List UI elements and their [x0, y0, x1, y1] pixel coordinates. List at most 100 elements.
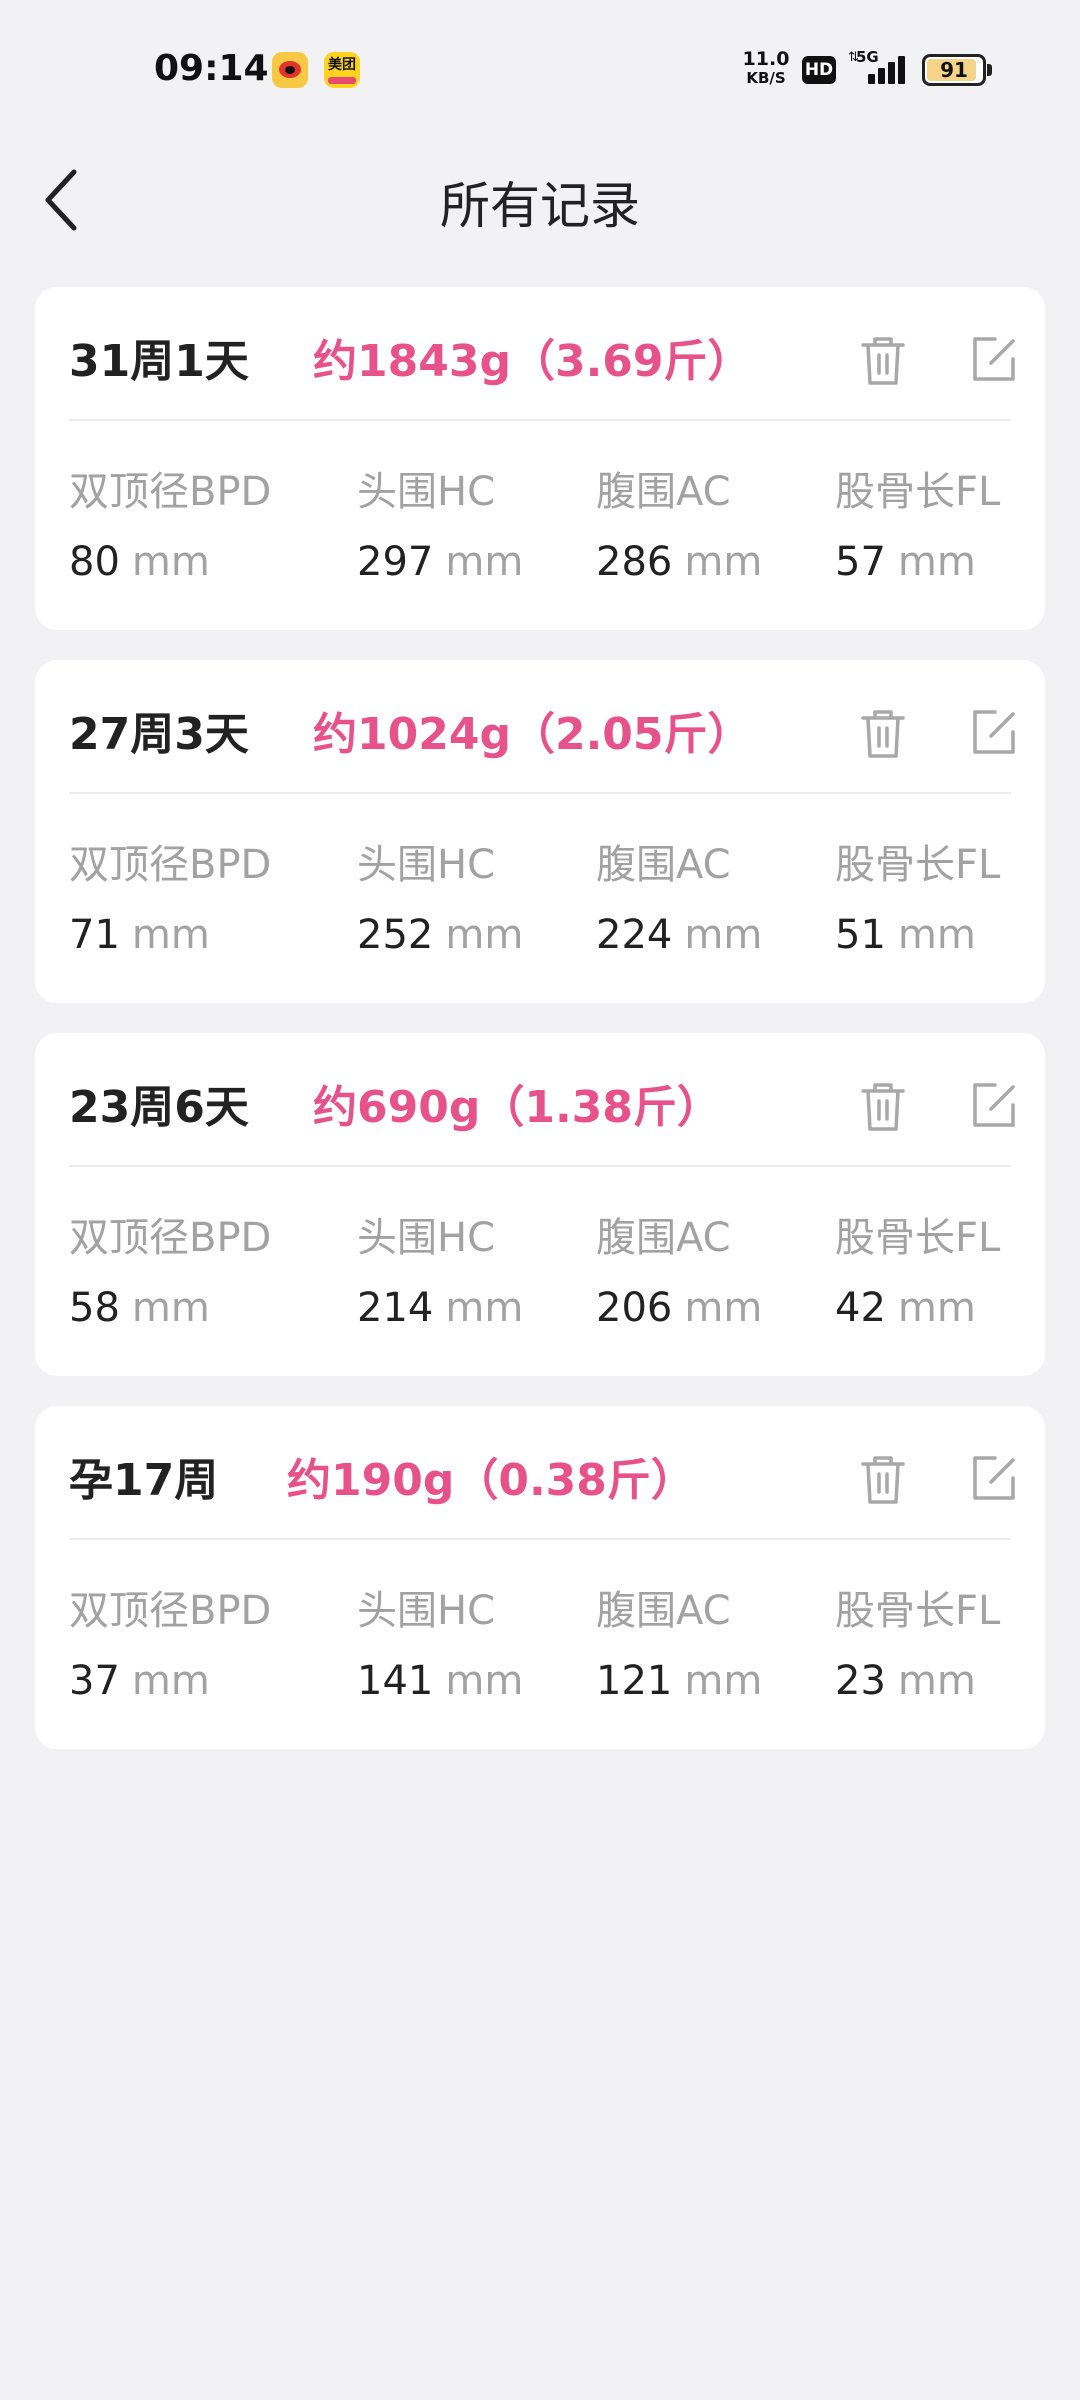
metric-value: 51 mm: [835, 912, 1000, 958]
metric-label: 头围HC: [357, 842, 496, 888]
metric-value: 58 mm: [69, 1285, 271, 1331]
signal-icon: ⇅ 5G: [848, 48, 905, 86]
metric-ac: 腹围AC 206 mm: [596, 1205, 762, 1331]
meituan-icon: 美团: [324, 52, 360, 88]
edit-button[interactable]: [961, 1073, 1025, 1137]
metric-number: 297: [357, 539, 434, 585]
record-weight: 约190g（0.38斤）: [287, 1455, 695, 1506]
edit-button[interactable]: [961, 327, 1025, 391]
record-card: 31周1天 约1843g（3.69斤） 双顶径BPD 80 mm 头围HC 297…: [35, 287, 1045, 630]
metric-value: 297 mm: [357, 539, 523, 585]
record-list: 31周1天 约1843g（3.69斤） 双顶径BPD 80 mm 头围HC 297…: [35, 287, 1045, 1779]
metric-number: 58: [69, 1285, 120, 1331]
metric-label: 股骨长FL: [835, 842, 1001, 888]
record-weight: 约690g（1.38斤）: [313, 1082, 721, 1133]
record-header: 27周3天 约1024g（2.05斤）: [35, 660, 1045, 793]
metric-value: 71 mm: [69, 912, 271, 958]
metric-label: 双顶径BPD: [69, 1215, 272, 1261]
delete-button[interactable]: [851, 327, 915, 391]
header: 所有记录: [0, 150, 1080, 250]
battery-level: 91: [940, 58, 968, 82]
metric-ac: 腹围AC 121 mm: [596, 1578, 762, 1704]
metric-label: 头围HC: [357, 1215, 496, 1261]
metric-label: 腹围AC: [596, 1215, 731, 1261]
record-card: 23周6天 约690g（1.38斤） 双顶径BPD 58 mm 头围HC 214 m…: [35, 1033, 1045, 1376]
edit-icon: [973, 1083, 1015, 1127]
metric-number: 224: [596, 912, 673, 958]
record-week: 孕17周: [69, 1455, 219, 1506]
metric-ac: 腹围AC 286 mm: [596, 459, 762, 585]
divider: [69, 419, 1011, 421]
edit-button[interactable]: [961, 1446, 1025, 1510]
metric-number: 42: [835, 1285, 886, 1331]
metric-hc: 头围HC 252 mm: [357, 832, 523, 958]
metric-label: 股骨长FL: [835, 1588, 1001, 1634]
metric-label: 双顶径BPD: [69, 842, 272, 888]
metric-value: 121 mm: [596, 1658, 762, 1704]
metric-unit: mm: [684, 912, 763, 958]
edit-icon: [973, 710, 1015, 754]
trash-icon: [861, 337, 905, 385]
metric-number: 252: [357, 912, 434, 958]
metric-unit: mm: [897, 539, 976, 585]
record-weight: 约1024g（2.05斤）: [313, 709, 752, 760]
metric-number: 37: [69, 1658, 120, 1704]
record-card: 27周3天 约1024g（2.05斤） 双顶径BPD 71 mm 头围HC 252…: [35, 660, 1045, 1003]
record-week: 27周3天: [69, 709, 249, 760]
divider: [69, 1165, 1011, 1167]
metric-bpd: 双顶径BPD 58 mm: [69, 1205, 271, 1331]
metric-value: 141 mm: [357, 1658, 523, 1704]
edit-button[interactable]: [961, 700, 1025, 764]
network-speed: 11.0 KB/S: [742, 50, 790, 88]
metric-unit: mm: [445, 912, 524, 958]
metric-unit: mm: [445, 1658, 524, 1704]
metric-unit: mm: [897, 1658, 976, 1704]
meituan-label: 美团: [328, 57, 356, 73]
metric-number: 214: [357, 1285, 434, 1331]
metric-hc: 头围HC 141 mm: [357, 1578, 523, 1704]
network-speed-value: 11.0: [742, 48, 790, 70]
metric-fl: 股骨长FL 51 mm: [835, 832, 1000, 958]
metric-unit: mm: [131, 1285, 210, 1331]
metric-unit: mm: [131, 539, 210, 585]
status-time: 09:14: [154, 48, 269, 89]
metric-value: 206 mm: [596, 1285, 762, 1331]
metric-label: 腹围AC: [596, 842, 731, 888]
metric-fl: 股骨长FL 42 mm: [835, 1205, 1000, 1331]
metric-label: 腹围AC: [596, 1588, 731, 1634]
metric-unit: mm: [131, 912, 210, 958]
record-week: 23周6天: [69, 1082, 249, 1133]
metric-fl: 股骨长FL 57 mm: [835, 459, 1000, 585]
metric-label: 双顶径BPD: [69, 469, 272, 515]
metric-number: 51: [835, 912, 886, 958]
delete-button[interactable]: [851, 1073, 915, 1137]
delete-button[interactable]: [851, 700, 915, 764]
metric-label: 腹围AC: [596, 469, 731, 515]
metric-value: 252 mm: [357, 912, 523, 958]
hd-badge: HD: [802, 56, 836, 84]
metric-value: 214 mm: [357, 1285, 523, 1331]
trash-icon: [861, 710, 905, 758]
metric-value: 286 mm: [596, 539, 762, 585]
record-week: 31周1天: [69, 336, 249, 387]
weibo-icon: [272, 52, 308, 88]
metric-bpd: 双顶径BPD 71 mm: [69, 832, 271, 958]
metric-value: 80 mm: [69, 539, 271, 585]
metric-number: 71: [69, 912, 120, 958]
edit-icon: [973, 1456, 1015, 1500]
metric-value: 224 mm: [596, 912, 762, 958]
metric-value: 42 mm: [835, 1285, 1000, 1331]
network-speed-unit: KB/S: [746, 69, 786, 87]
metric-ac: 腹围AC 224 mm: [596, 832, 762, 958]
record-header: 23周6天 约690g（1.38斤）: [35, 1033, 1045, 1166]
metric-label: 头围HC: [357, 469, 496, 515]
network-type: 5G: [856, 48, 879, 66]
metric-unit: mm: [684, 1285, 763, 1331]
delete-button[interactable]: [851, 1446, 915, 1510]
metric-hc: 头围HC 214 mm: [357, 1205, 523, 1331]
record-card: 孕17周 约190g（0.38斤） 双顶径BPD 37 mm 头围HC 141 mm: [35, 1406, 1045, 1749]
record-header: 孕17周 约190g（0.38斤）: [35, 1406, 1045, 1539]
divider: [69, 1538, 1011, 1540]
trash-icon: [861, 1456, 905, 1504]
metric-number: 80: [69, 539, 120, 585]
